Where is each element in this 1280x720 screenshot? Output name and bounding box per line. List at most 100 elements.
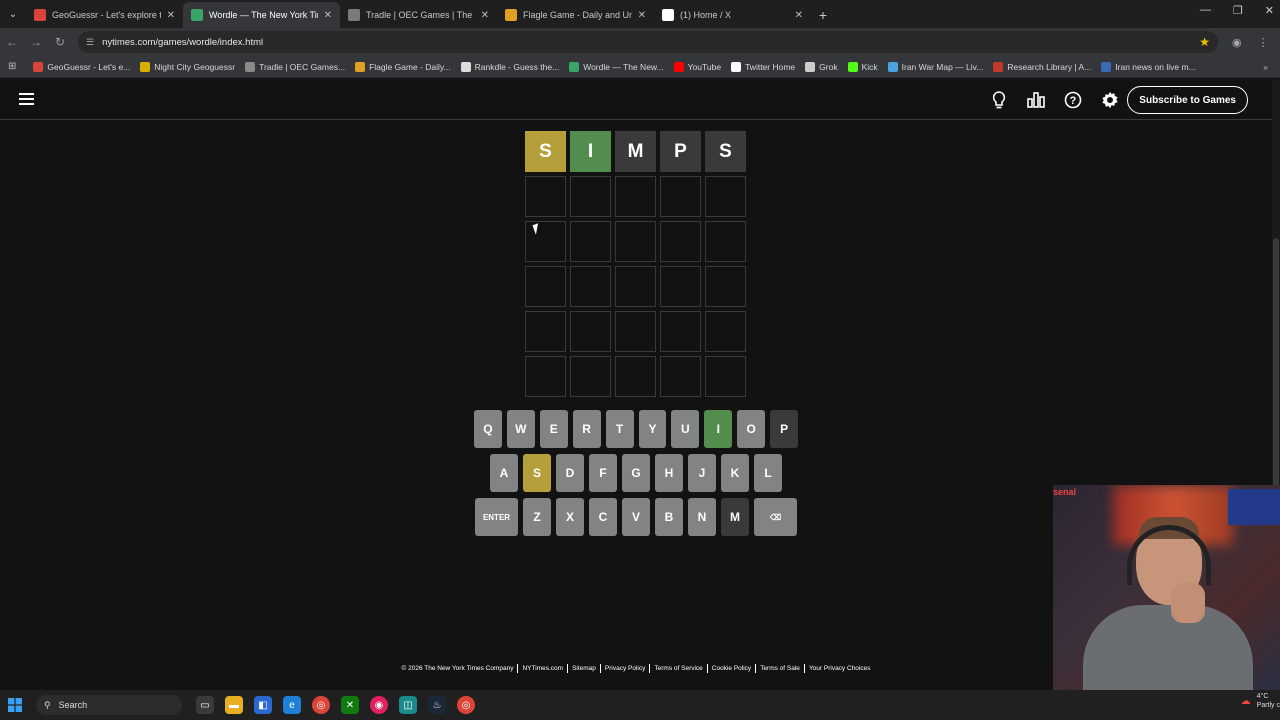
browser-tab[interactable]: (1) Home / X ✕ — [654, 2, 811, 28]
key-c[interactable]: C — [589, 498, 617, 536]
bookmark-item[interactable]: Kick — [843, 61, 883, 72]
key-e[interactable]: E — [539, 410, 568, 448]
key-n[interactable]: N — [688, 498, 716, 536]
footer-link[interactable]: Terms of Sale — [756, 664, 805, 673]
backspace-key[interactable]: ⌫ — [754, 498, 797, 536]
bookmark-item[interactable]: GeoGuessr - Let's e... — [28, 61, 135, 72]
board-tile — [660, 221, 701, 262]
close-window-icon[interactable]: ✕ — [1265, 4, 1274, 17]
minimize-icon[interactable]: — — [1200, 4, 1211, 17]
bookmark-item[interactable]: YouTube — [669, 61, 726, 72]
chrome-active-icon[interactable]: ◎ — [457, 696, 475, 714]
key-q[interactable]: Q — [473, 410, 502, 448]
key-a[interactable]: A — [490, 454, 518, 492]
apps-grid-icon[interactable]: ⊞ — [8, 61, 16, 72]
chrome-icon[interactable]: ◎ — [312, 696, 330, 714]
key-y[interactable]: Y — [638, 410, 667, 448]
app-teal-icon[interactable]: ◫ — [399, 696, 417, 714]
key-t[interactable]: T — [605, 410, 634, 448]
key-v[interactable]: V — [622, 498, 650, 536]
statistics-icon[interactable] — [1024, 88, 1048, 112]
key-d[interactable]: D — [556, 454, 584, 492]
footer-link[interactable]: Privacy Policy — [601, 664, 651, 673]
restore-icon[interactable]: ❐ — [1233, 4, 1243, 17]
app-red-icon[interactable]: ◉ — [370, 696, 388, 714]
settings-gear-icon[interactable] — [1098, 88, 1122, 112]
help-icon[interactable]: ? — [1061, 88, 1085, 112]
bookmark-item[interactable]: Twitter Home — [726, 61, 800, 72]
subscribe-button[interactable]: Subscribe to Games — [1127, 86, 1248, 114]
xbox-icon[interactable]: ✕ — [341, 696, 359, 714]
board-tile — [705, 311, 746, 352]
tab-close-icon[interactable]: ✕ — [324, 10, 332, 21]
bookmark-item[interactable]: Flagle Game - Daily... — [350, 61, 456, 72]
tab-close-icon[interactable]: ✕ — [638, 10, 646, 21]
taskbar-search-input[interactable]: ⚲ Search — [36, 695, 182, 715]
bookmark-item[interactable]: Iran War Map — Liv... — [883, 61, 989, 72]
key-j[interactable]: J — [688, 454, 716, 492]
forward-icon[interactable]: → — [24, 35, 48, 49]
footer-link[interactable]: Sitemap — [568, 664, 601, 673]
browser-menu-icon[interactable]: ⋮ — [1258, 36, 1269, 49]
enter-key[interactable]: ENTER — [475, 498, 518, 536]
edge-icon[interactable]: e — [283, 696, 301, 714]
key-l[interactable]: L — [754, 454, 782, 492]
tab-search-chevron-icon[interactable]: ⌄ — [0, 0, 26, 28]
key-g[interactable]: G — [622, 454, 650, 492]
bookmark-item[interactable]: Iran news on live m... — [1096, 61, 1200, 72]
key-u[interactable]: U — [671, 410, 700, 448]
footer-link[interactable]: © 2026 The New York Times Company — [398, 664, 519, 673]
key-w[interactable]: W — [506, 410, 535, 448]
bookmark-item[interactable]: Research Library | A... — [988, 61, 1096, 72]
hint-lightbulb-icon[interactable] — [987, 88, 1011, 112]
board-row — [525, 266, 746, 307]
footer-link[interactable]: Terms of Service — [650, 664, 708, 673]
tab-close-icon[interactable]: ✕ — [481, 10, 489, 21]
tab-close-icon[interactable]: ✕ — [795, 10, 803, 21]
task-view-icon[interactable]: ▭ — [196, 696, 214, 714]
footer-link[interactable]: Cookie Policy — [708, 664, 757, 673]
key-x[interactable]: X — [556, 498, 584, 536]
windows-start-icon[interactable] — [0, 690, 30, 720]
key-o[interactable]: O — [737, 410, 766, 448]
bookmark-label: YouTube — [687, 61, 722, 72]
bookmark-item[interactable]: Grok — [800, 61, 842, 72]
bookmark-item[interactable]: Night City Geoguessr — [135, 61, 240, 72]
file-explorer-icon[interactable]: ▬ — [225, 696, 243, 714]
bookmark-item[interactable]: Rankdle - Guess the... — [456, 61, 565, 72]
hamburger-menu-icon[interactable] — [19, 93, 34, 105]
svg-text:?: ? — [1070, 95, 1077, 107]
browser-tab[interactable]: Tradle | OEC Games | The Obse ✕ — [340, 2, 497, 28]
key-k[interactable]: K — [721, 454, 749, 492]
bookmark-label: Twitter Home — [745, 61, 796, 72]
search-icon: ⚲ — [44, 699, 51, 710]
store-icon[interactable]: ◧ — [254, 696, 272, 714]
key-m[interactable]: M — [721, 498, 749, 536]
key-s[interactable]: S — [523, 454, 551, 492]
key-z[interactable]: Z — [523, 498, 551, 536]
url-input[interactable]: ☰ nytimes.com/games/wordle/index.html ★ — [78, 31, 1218, 53]
key-p[interactable]: P — [770, 410, 799, 448]
key-h[interactable]: H — [655, 454, 683, 492]
tab-close-icon[interactable]: ✕ — [167, 10, 175, 21]
key-r[interactable]: R — [572, 410, 601, 448]
reload-icon[interactable]: ↻ — [48, 35, 72, 49]
weather-widget[interactable]: ☁ 4°C Partly c — [1241, 692, 1280, 710]
bookmark-item[interactable]: Wordle — The New... — [564, 61, 668, 72]
extension-icon[interactable]: ◉ — [1232, 36, 1242, 49]
new-tab-button[interactable]: + — [811, 2, 835, 28]
footer-link[interactable]: Your Privacy Choices — [805, 664, 875, 673]
back-icon[interactable]: ← — [0, 35, 24, 49]
browser-tab[interactable]: Wordle — The New York Times ✕ — [183, 2, 340, 28]
bookmark-item[interactable]: Tradle | OEC Games... — [240, 61, 350, 72]
browser-tab[interactable]: GeoGuessr - Let's explore the w ✕ — [26, 2, 183, 28]
key-i[interactable]: I — [704, 410, 733, 448]
browser-tab[interactable]: Flagle Game - Daily and Unlim ✕ — [497, 2, 654, 28]
bookmarks-overflow-icon[interactable]: » — [1263, 62, 1268, 72]
footer-link[interactable]: NYTimes.com — [518, 664, 569, 673]
steam-icon[interactable]: ♨ — [428, 696, 446, 714]
key-f[interactable]: F — [589, 454, 617, 492]
bookmark-star-icon[interactable]: ★ — [1199, 35, 1210, 49]
site-info-icon[interactable]: ☰ — [86, 37, 94, 48]
key-b[interactable]: B — [655, 498, 683, 536]
